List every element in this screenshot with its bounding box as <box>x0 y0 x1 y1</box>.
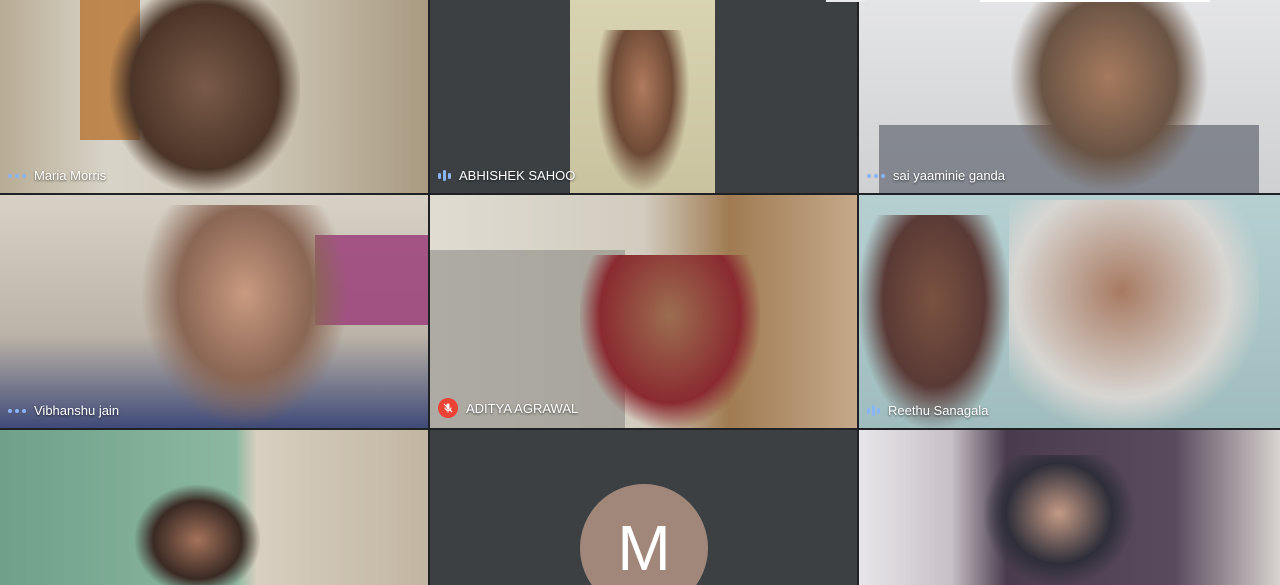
participant-name: ADITYA AGRAWAL <box>466 400 579 416</box>
speaking-indicator-icon <box>867 405 880 417</box>
participant-tile-aditya-agrawal[interactable]: ADITYA AGRAWAL <box>430 195 857 428</box>
participant-tile-avatar[interactable]: M <box>430 430 857 585</box>
person-silhouette <box>135 485 260 585</box>
audio-indicator-icon <box>8 173 26 178</box>
person-silhouette-left <box>859 215 1009 428</box>
participant-name-bar: Maria Morris <box>8 168 106 183</box>
person-silhouette <box>580 255 760 428</box>
person-silhouette <box>595 30 690 193</box>
participant-name-bar: sai yaaminie ganda <box>867 168 1005 183</box>
participant-name-bar: Vibhanshu jain <box>8 403 119 418</box>
person-silhouette <box>140 205 350 428</box>
mic-off-icon <box>438 398 458 418</box>
participant-tile-maria-morris[interactable]: Maria Morris <box>0 0 428 193</box>
participant-avatar: M <box>580 484 708 585</box>
top-edge-indicator <box>826 0 866 2</box>
participant-name-bar: Reethu Sanagala <box>867 403 988 418</box>
speaking-indicator-icon <box>438 170 451 182</box>
participant-tile-reethu-sanagala[interactable]: Reethu Sanagala <box>859 195 1280 428</box>
participant-name-bar: ADITYA AGRAWAL <box>438 398 578 418</box>
participant-tile-bottom-right[interactable] <box>859 430 1280 585</box>
participant-tile-vibhanshu-jain[interactable]: Vibhanshu jain <box>0 195 428 428</box>
participant-name: sai yaaminie ganda <box>893 168 1006 183</box>
audio-indicator-icon <box>8 408 26 413</box>
participant-name: ABHISHEK SAHOO <box>459 168 576 183</box>
participant-name-bar: ABHISHEK SAHOO <box>438 168 575 183</box>
participant-tile-abhishek-sahoo[interactable]: ABHISHEK SAHOO <box>430 0 857 193</box>
video-grid: Maria Morris ABHISHEK SAHOO sai yaaminie… <box>0 0 1280 585</box>
audio-indicator-icon <box>867 173 885 178</box>
person-silhouette <box>1009 0 1209 193</box>
participant-tile-bottom-left[interactable] <box>0 430 428 585</box>
participant-name: Reethu Sanagala <box>888 403 989 418</box>
person-silhouette <box>984 455 1134 585</box>
top-edge-bar <box>980 0 1210 2</box>
participant-name: Vibhanshu jain <box>34 403 120 418</box>
person-silhouette <box>110 0 300 193</box>
person-silhouette-right <box>1009 200 1259 428</box>
participant-name: Maria Morris <box>34 168 107 183</box>
participant-tile-sai-yaaminie-ganda[interactable]: sai yaaminie ganda <box>859 0 1280 193</box>
